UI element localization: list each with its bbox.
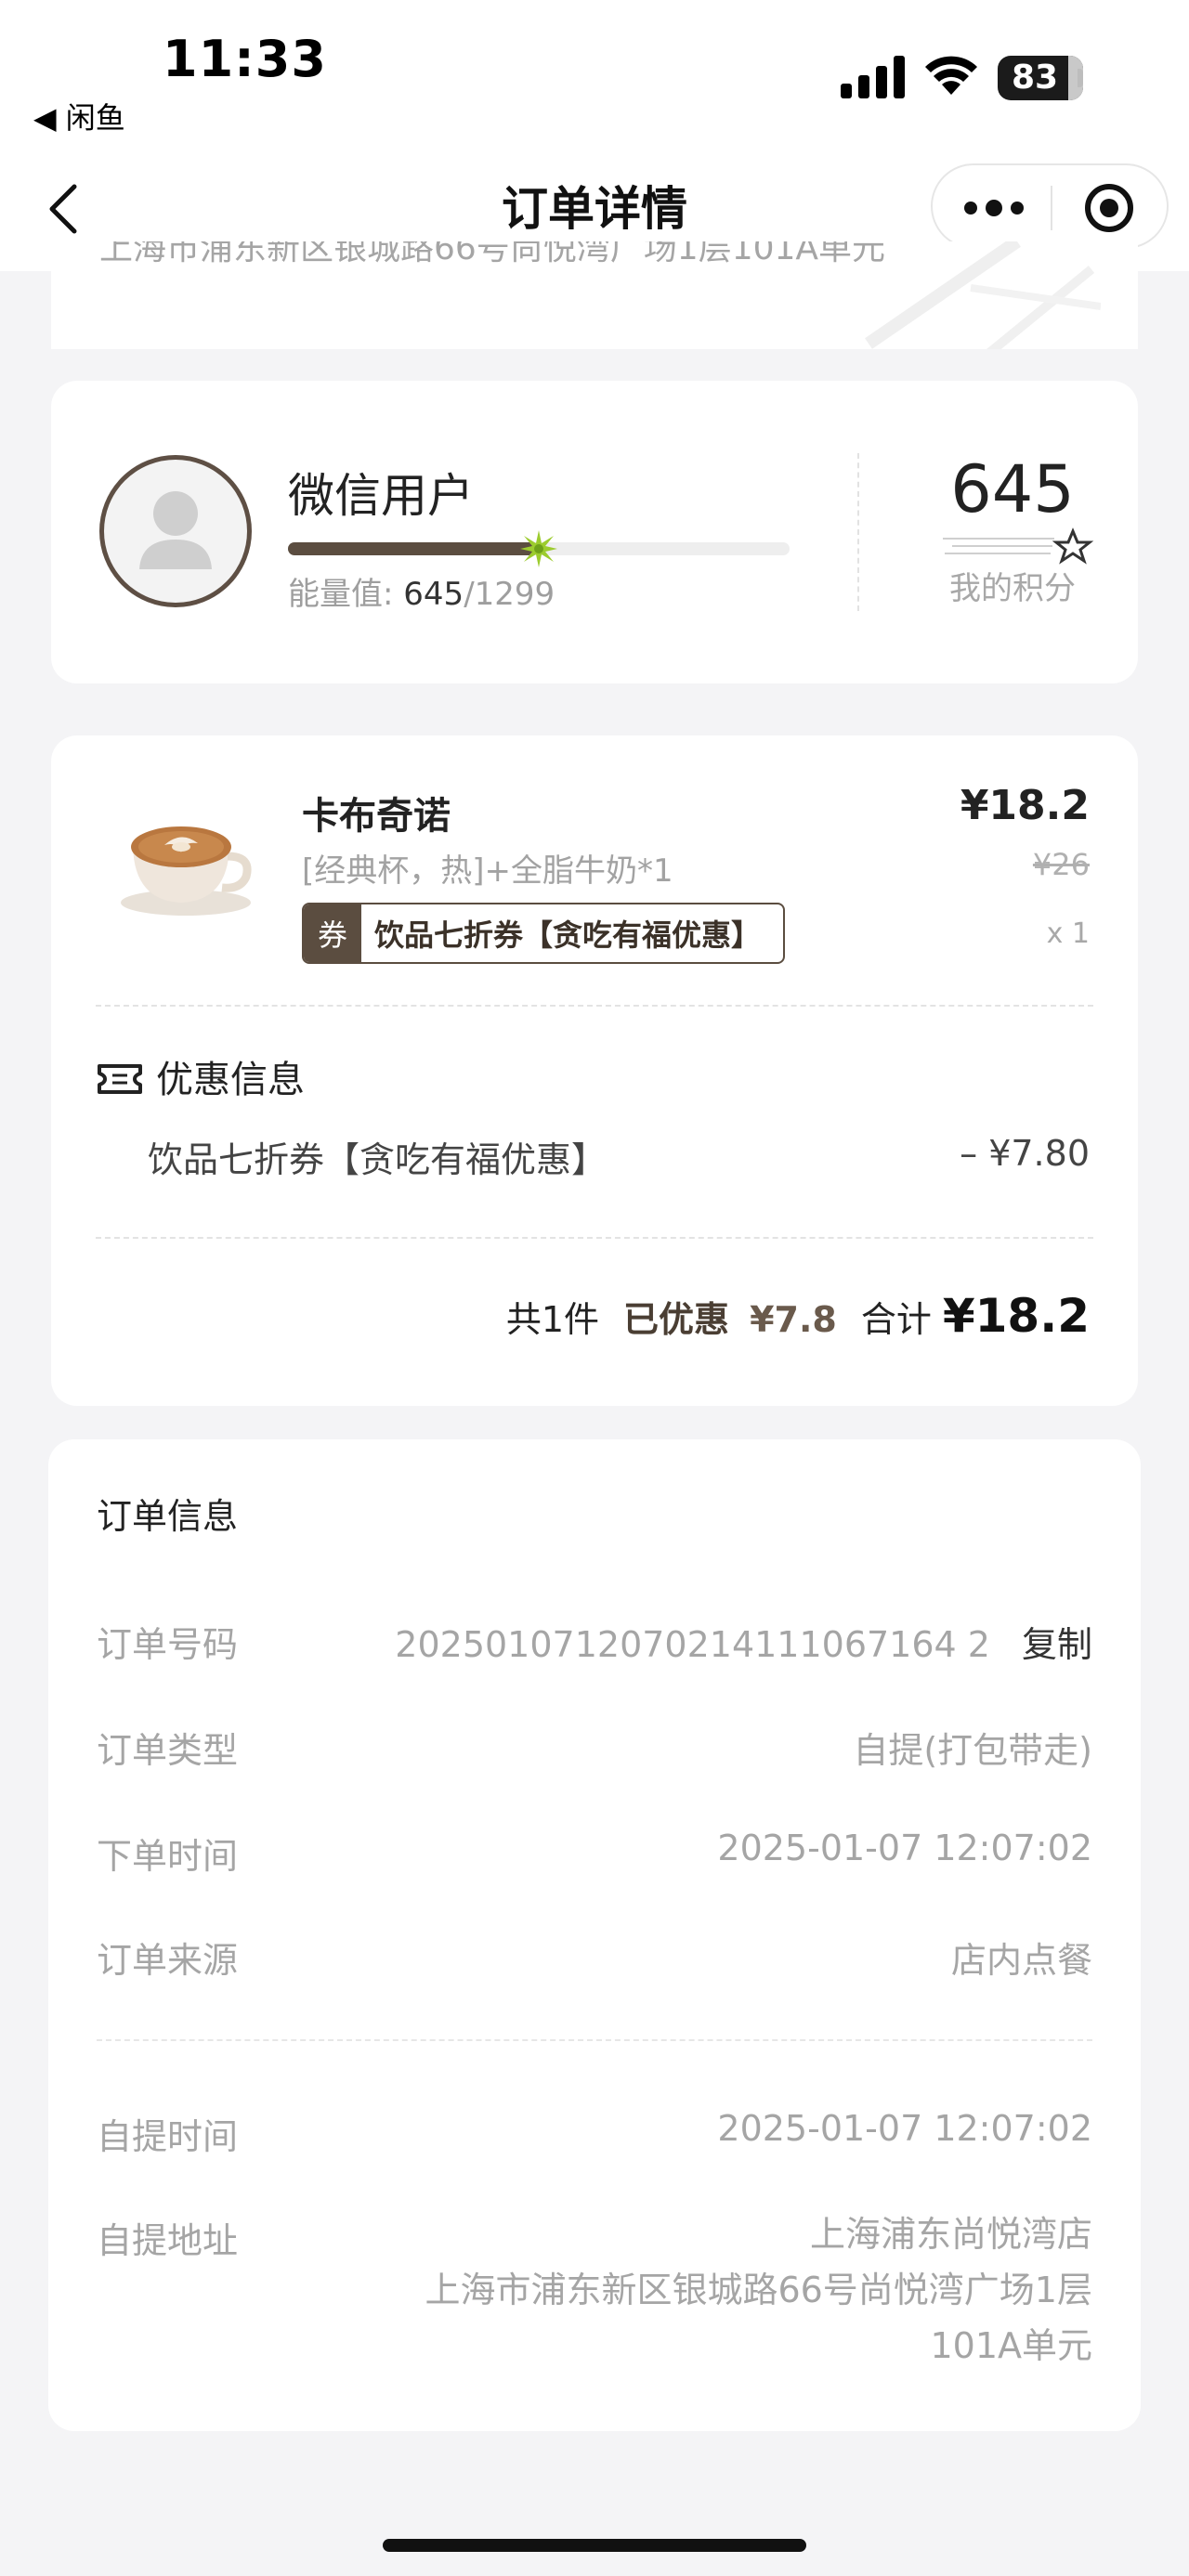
order-items-card: 卡布奇诺 [经典杯，热]+全脂牛奶*1 券 饮品七折券【贪吃有福优惠】 ¥18.…	[51, 735, 1138, 1406]
pickup-address-value: 上海浦东尚悦湾店 上海市浦东新区银城路66号尚悦湾广场1层 101A单元	[425, 2206, 1092, 2374]
order-number-label: 订单号码	[97, 1624, 239, 1665]
coupon-tag-text: 饮品七折券【贪吃有福优惠】	[374, 917, 762, 953]
summary-count: 共1件	[505, 1299, 600, 1340]
back-to-app-link[interactable]: ◀ 闲鱼	[33, 95, 125, 137]
pickup-time-value: 2025-01-07 12:07:02	[717, 2108, 1092, 2149]
dashed-divider	[97, 2039, 1092, 2041]
energy-label-text: 能量值:	[288, 576, 394, 613]
energy-progress-bar	[288, 530, 790, 567]
points-value[interactable]: 645	[906, 451, 1119, 527]
order-source-value: 店内点餐	[950, 1940, 1092, 1981]
coupon-tag: 券 饮品七折券【贪吃有福优惠】	[302, 903, 786, 964]
energy-total: /1299	[464, 576, 555, 613]
order-type-label: 订单类型	[97, 1730, 239, 1771]
summary-total-value: ¥18.2	[942, 1289, 1090, 1343]
promo-section-title: 优惠信息	[156, 1059, 305, 1101]
order-summary: 共1件 已优惠 ¥7.8 合计 ¥18.2	[506, 1289, 1090, 1343]
status-time: 11:33	[163, 30, 327, 88]
user-name: 微信用户	[288, 469, 474, 523]
signal-icon	[841, 56, 905, 98]
energy-current: 645	[403, 576, 464, 613]
more-dots-icon[interactable]	[964, 191, 1024, 225]
summary-total-label: 合计	[860, 1299, 932, 1340]
member-card: 微信用户 能量值: 645/1299 645 我的积分	[51, 381, 1138, 683]
order-number-row-value: 2025010712070214111067164 2 复制	[395, 1616, 1092, 1667]
sparkle-icon	[520, 530, 557, 567]
avatar[interactable]	[99, 455, 252, 607]
energy-label: 能量值: 645/1299	[288, 568, 555, 614]
product-spec: [经典杯，热]+全脂牛奶*1	[302, 852, 673, 890]
pickup-address-line1: 上海市浦东新区银城路66号尚悦湾广场1层	[425, 2270, 1092, 2310]
target-close-icon[interactable]	[1085, 184, 1133, 232]
user-silhouette-icon	[139, 491, 212, 569]
order-info-card: 订单信息 订单号码 2025010712070214111067164 2 复制 …	[48, 1439, 1141, 2431]
promo-name: 饮品七折券【贪吃有福优惠】	[148, 1139, 608, 1180]
star-decoration-icon	[943, 527, 1094, 565]
vertical-divider	[857, 453, 859, 611]
pickup-store: 上海浦东尚悦湾店	[809, 2214, 1092, 2255]
mini-program-capsule	[931, 163, 1169, 249]
order-info-title: 订单信息	[97, 1496, 239, 1537]
pickup-address-label: 自提地址	[97, 2220, 239, 2261]
capsule-divider	[1051, 186, 1052, 230]
coupon-tag-label: 券	[304, 904, 361, 962]
dashed-divider	[96, 1005, 1093, 1007]
home-indicator[interactable]	[383, 2539, 806, 2552]
status-bar: 11:33 ◀ 闲鱼 83	[0, 0, 1189, 149]
copy-button[interactable]: 复制	[1022, 1624, 1092, 1665]
battery-level: 83	[1011, 59, 1059, 97]
pickup-time-label: 自提时间	[97, 2116, 239, 2157]
ticket-icon	[98, 1064, 142, 1094]
summary-discount-value: ¥7.8	[750, 1299, 837, 1340]
cappuccino-image	[121, 826, 252, 916]
wifi-icon	[925, 56, 977, 95]
dashed-divider	[96, 1237, 1093, 1239]
pickup-address-line2: 101A单元	[930, 2325, 1092, 2366]
battery-nub	[1078, 69, 1083, 87]
product-quantity: x 1	[1046, 917, 1090, 950]
summary-discount-label: 已优惠	[623, 1299, 730, 1340]
energy-progress-fill	[288, 542, 539, 555]
order-number-value: 2025010712070214111067164 2	[395, 1624, 990, 1665]
store-address-card: 上海市浦东新区银城路66号尚悦湾广场1层101A单元	[51, 241, 1138, 349]
battery-icon: 83	[998, 56, 1083, 100]
order-time-value: 2025-01-07 12:07:02	[717, 1828, 1092, 1868]
promo-amount: – ¥7.80	[960, 1133, 1090, 1174]
product-price: ¥18.2	[960, 782, 1090, 829]
order-time-label: 下单时间	[97, 1836, 239, 1877]
product-name: 卡布奇诺	[302, 795, 451, 838]
map-decoration	[865, 241, 1101, 349]
original-price: ¥26	[1032, 847, 1090, 882]
order-type-value: 自提(打包带走)	[853, 1730, 1092, 1771]
points-label: 我的积分	[949, 570, 1076, 607]
order-source-label: 订单来源	[97, 1940, 239, 1981]
store-address-text: 上海市浦东新区银城路66号尚悦湾广场1层101A单元	[99, 241, 886, 267]
